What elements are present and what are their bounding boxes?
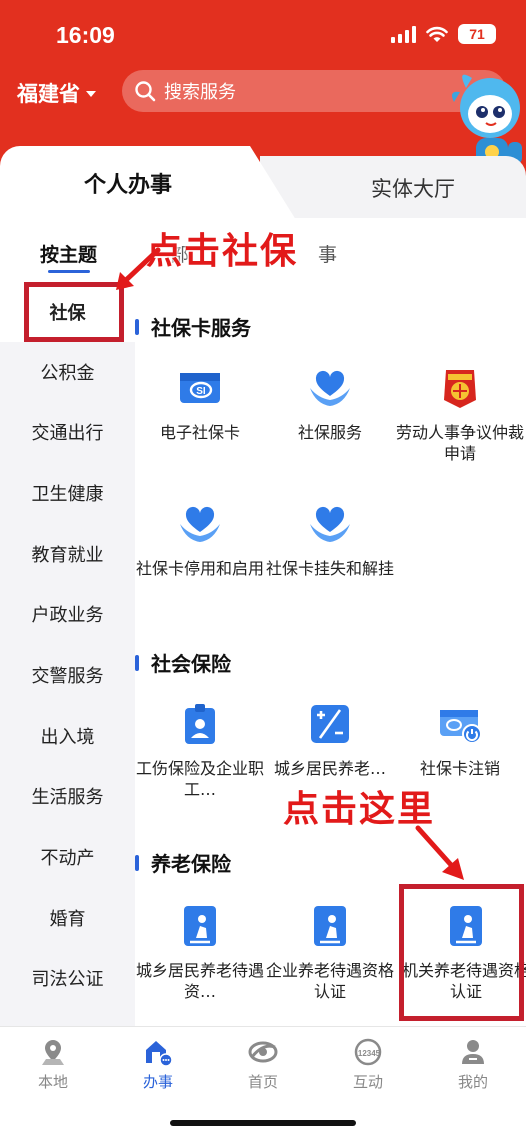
service-card-cancel[interactable]: 社保卡注销 bbox=[395, 700, 525, 779]
province-selector[interactable]: 福建省 bbox=[17, 78, 96, 108]
sidebar-item-marriage[interactable]: 婚育 bbox=[0, 888, 135, 948]
subtab-by-matter[interactable]: 事 bbox=[318, 240, 337, 267]
highlight-box-target bbox=[399, 884, 524, 1021]
section-title-card-services: 社保卡服务 bbox=[135, 312, 251, 341]
arrow-icon bbox=[116, 247, 161, 290]
status-icons: 71 bbox=[391, 24, 496, 44]
service-injury-insurance[interactable]: 工伤保险及企业职工… bbox=[135, 700, 265, 800]
sidebar-item-health[interactable]: 卫生健康 bbox=[0, 463, 135, 523]
sidebar-item-exit-entry[interactable]: 出入境 bbox=[0, 706, 135, 766]
building-chat-icon bbox=[146, 1041, 173, 1067]
sidebar-item-household[interactable]: 户政业务 bbox=[0, 584, 135, 644]
service-label: 企业养老待遇资格认证 bbox=[265, 961, 394, 1001]
service-label: 社保卡停用和启用 bbox=[135, 559, 264, 578]
section-bar bbox=[135, 318, 139, 335]
calculator-icon bbox=[311, 705, 349, 743]
id-badge-icon bbox=[185, 704, 215, 744]
subtab-by-theme-label: 按主题 bbox=[40, 244, 98, 266]
service-card-loss[interactable]: 社保卡挂失和解挂 bbox=[265, 500, 395, 579]
nav-local[interactable]: 本地 bbox=[13, 1037, 93, 1092]
home-logo-icon bbox=[248, 1041, 278, 1063]
section-bar bbox=[135, 854, 139, 871]
service-rural-pension-cert[interactable]: 城乡居民养老待遇资… bbox=[135, 902, 265, 1002]
tab-personal[interactable]: 个人办事 bbox=[0, 146, 296, 220]
annotation-click-social: 点击社保 bbox=[146, 230, 299, 272]
nav-interact-label: 互动 bbox=[352, 1073, 383, 1091]
nav-interact[interactable]: 12345 互动 bbox=[328, 1037, 408, 1092]
location-pin-icon bbox=[42, 1040, 64, 1065]
battery-indicator: 71 bbox=[458, 24, 496, 44]
service-label: 城乡居民养老… bbox=[273, 759, 386, 778]
nav-services-label: 办事 bbox=[142, 1073, 173, 1091]
arbitration-emblem-icon bbox=[444, 370, 476, 408]
nav-mine[interactable]: 我的 bbox=[433, 1037, 513, 1092]
service-enterprise-pension-cert[interactable]: 企业养老待遇资格认证 bbox=[265, 902, 395, 1002]
section-title-text: 社保卡服务 bbox=[151, 316, 251, 340]
sidebar-item-transport[interactable]: 交通出行 bbox=[0, 402, 135, 462]
service-label: 社保卡挂失和解挂 bbox=[265, 559, 394, 578]
service-label: 社保服务 bbox=[297, 423, 362, 442]
service-labor-arbitration[interactable]: 劳动人事争议仲裁申请 bbox=[395, 364, 525, 464]
highlight-box-social bbox=[24, 282, 124, 342]
social-card-icon: SI bbox=[180, 373, 220, 403]
status-time: 16:09 bbox=[56, 22, 115, 48]
elderly-book-icon bbox=[184, 906, 216, 946]
caret-down-icon bbox=[86, 91, 96, 97]
service-electronic-card[interactable]: SI 电子社保卡 bbox=[135, 364, 265, 443]
service-card-suspend[interactable]: 社保卡停用和启用 bbox=[135, 500, 265, 579]
arrow-icon bbox=[415, 825, 464, 880]
tab-personal-label: 个人办事 bbox=[83, 173, 172, 198]
home-indicator bbox=[170, 1120, 356, 1126]
sidebar-item-life-services[interactable]: 生活服务 bbox=[0, 766, 135, 826]
tab-hall-label: 实体大厅 bbox=[371, 177, 455, 201]
heart-hands-icon bbox=[180, 506, 220, 542]
wifi-icon bbox=[426, 26, 448, 42]
main-tabs: 实体大厅 个人办事 bbox=[0, 146, 526, 220]
nav-services[interactable]: 办事 bbox=[118, 1037, 198, 1092]
sidebar-item-notary[interactable]: 司法公证 bbox=[0, 948, 135, 1008]
tab-hall[interactable]: 实体大厅 bbox=[260, 156, 526, 220]
heart-hands-icon bbox=[310, 370, 350, 406]
service-label: 工伤保险及企业职工… bbox=[135, 759, 264, 799]
nav-local-label: 本地 bbox=[37, 1073, 68, 1091]
sidebar-item-real-estate[interactable]: 不动产 bbox=[0, 827, 135, 887]
search-placeholder: 搜索服务 bbox=[164, 82, 236, 103]
service-rural-pension[interactable]: 城乡居民养老… bbox=[265, 700, 395, 779]
service-label: 城乡居民养老待遇资… bbox=[135, 961, 264, 1001]
section-title-text: 社会保险 bbox=[151, 652, 231, 676]
svg-text:SI: SI bbox=[196, 386, 206, 397]
service-label: 电子社保卡 bbox=[159, 423, 240, 442]
subtab-underline bbox=[48, 270, 90, 273]
elderly-book-icon bbox=[314, 906, 346, 946]
section-title-text: 养老保险 bbox=[151, 852, 231, 876]
subtab-by-theme[interactable]: 按主题 bbox=[40, 240, 98, 273]
sidebar-item-education[interactable]: 教育就业 bbox=[0, 524, 135, 584]
search-icon bbox=[135, 81, 156, 102]
svg-text:12345: 12345 bbox=[358, 1049, 381, 1058]
user-icon bbox=[462, 1040, 484, 1064]
section-bar bbox=[135, 654, 139, 671]
province-label: 福建省 bbox=[17, 82, 80, 106]
hotline-12345-icon: 12345 bbox=[354, 1038, 382, 1066]
section-title-social-insurance: 社会保险 bbox=[135, 648, 231, 677]
service-social-security[interactable]: 社保服务 bbox=[265, 364, 395, 443]
nav-mine-label: 我的 bbox=[457, 1073, 488, 1091]
card-power-icon bbox=[440, 710, 482, 744]
heart-hands-icon bbox=[310, 506, 350, 542]
service-label: 社保卡注销 bbox=[419, 759, 500, 778]
nav-home[interactable]: 首页 bbox=[223, 1037, 303, 1092]
service-label: 劳动人事争议仲裁申请 bbox=[395, 423, 524, 463]
category-sidebar: 社保 公积金 交通出行 卫生健康 教育就业 户政业务 交警服务 出入境 生活服务… bbox=[0, 282, 135, 1026]
sidebar-item-traffic-police[interactable]: 交警服务 bbox=[0, 645, 135, 705]
section-title-pension: 养老保险 bbox=[135, 848, 231, 877]
signal-icon bbox=[391, 25, 416, 43]
sidebar-item-housing-fund[interactable]: 公积金 bbox=[0, 342, 135, 402]
nav-home-label: 首页 bbox=[247, 1073, 278, 1091]
